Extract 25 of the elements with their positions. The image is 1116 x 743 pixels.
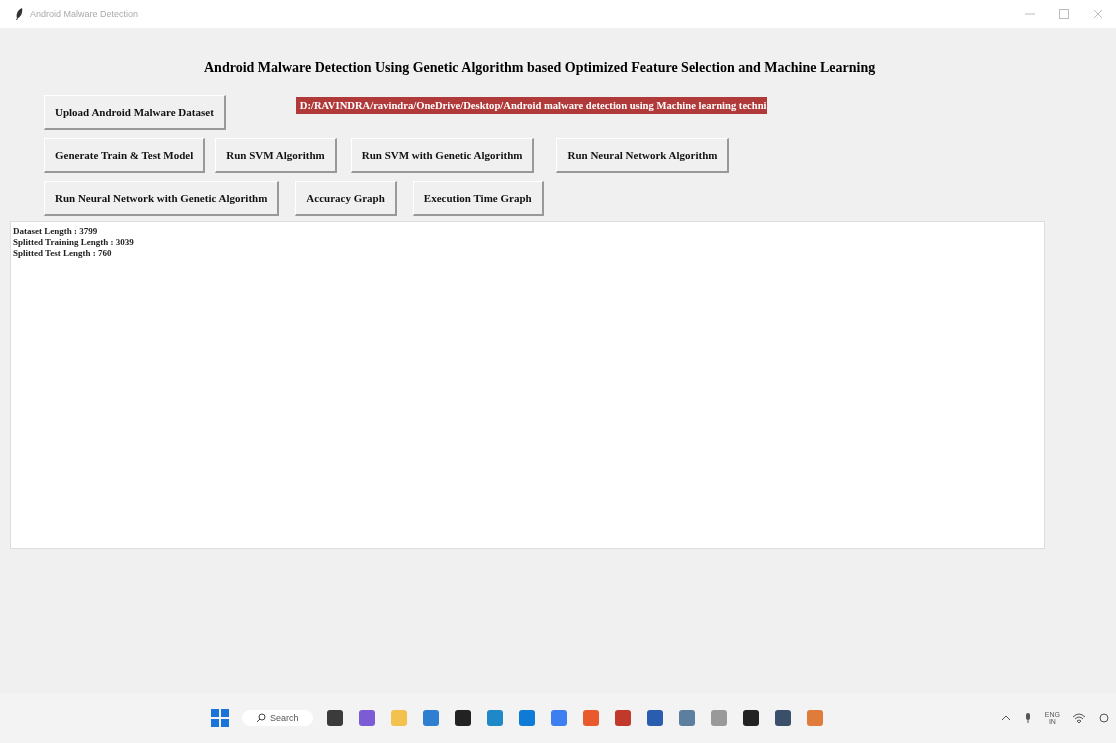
action-button[interactable]: Run SVM Algorithm (215, 138, 337, 173)
output-text-area[interactable]: Dataset Length : 3799 Splitted Training Length : 3039 Splitted Test Length : 760 (10, 221, 1045, 549)
wifi-icon[interactable] (1072, 712, 1086, 724)
chevron-up-icon[interactable] (1000, 713, 1011, 723)
search-icon (256, 713, 266, 723)
app-icon[interactable] (740, 708, 761, 728)
output-line: Dataset Length : 3799 (13, 226, 99, 237)
app-icon[interactable] (772, 708, 793, 728)
action-button[interactable]: Run Neural Network with Genetic Algorithm (44, 181, 280, 216)
action-button[interactable]: Run SVM with Genetic Algorithm (350, 138, 535, 173)
window-title: Android Malware Detection (30, 9, 139, 19)
start-icon[interactable] (210, 708, 230, 728)
app-heading: Android Malware Detection Using Genetic Algorithm based Optimized Feature Selection and Machine Learning (204, 60, 877, 76)
output-line: Splitted Training Length : 3039 (13, 237, 135, 248)
app-icon[interactable] (324, 708, 345, 728)
action-button[interactable]: Run Neural Network Algorithm (556, 138, 730, 173)
feather-icon (14, 7, 24, 21)
file-path-label: D:/RAVINDRA/ravindra/OneDrive/Desktop/Android malware detection using Machine learning techni (295, 97, 767, 114)
search-field[interactable]: Search (242, 710, 313, 726)
action-button[interactable]: Execution Time Graph (412, 181, 544, 216)
output-line: Splitted Test Length : 760 (13, 248, 113, 259)
app-icon[interactable] (452, 708, 473, 728)
action-button[interactable]: Generate Train & Test Model (44, 138, 206, 173)
action-button[interactable]: Accuracy Graph (295, 181, 397, 216)
action-button[interactable]: Upload Android Malware Dataset (44, 95, 226, 130)
